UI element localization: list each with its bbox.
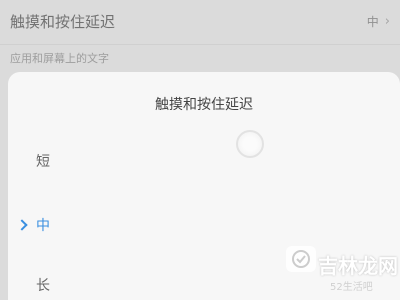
option-label: 短 — [36, 154, 50, 170]
watermark-subtitle: 52生活吧 — [330, 282, 373, 293]
screen: 触摸和按住延迟 中 › 应用和屏幕上的文字 触摸和按住延迟 短 中 长 吉林龙网 — [0, 0, 400, 300]
option-label: 中 — [36, 218, 50, 234]
watermark-logo-icon — [286, 246, 316, 272]
watermark-name: 吉林龙网 — [318, 254, 398, 278]
option-label: 长 — [36, 278, 50, 294]
loading-spinner-icon — [236, 130, 264, 158]
option-medium[interactable]: 中 — [8, 202, 400, 248]
selected-check-icon — [16, 219, 28, 231]
dialog-title: 触摸和按住延迟 — [155, 97, 253, 113]
option-short[interactable]: 短 — [8, 138, 400, 184]
